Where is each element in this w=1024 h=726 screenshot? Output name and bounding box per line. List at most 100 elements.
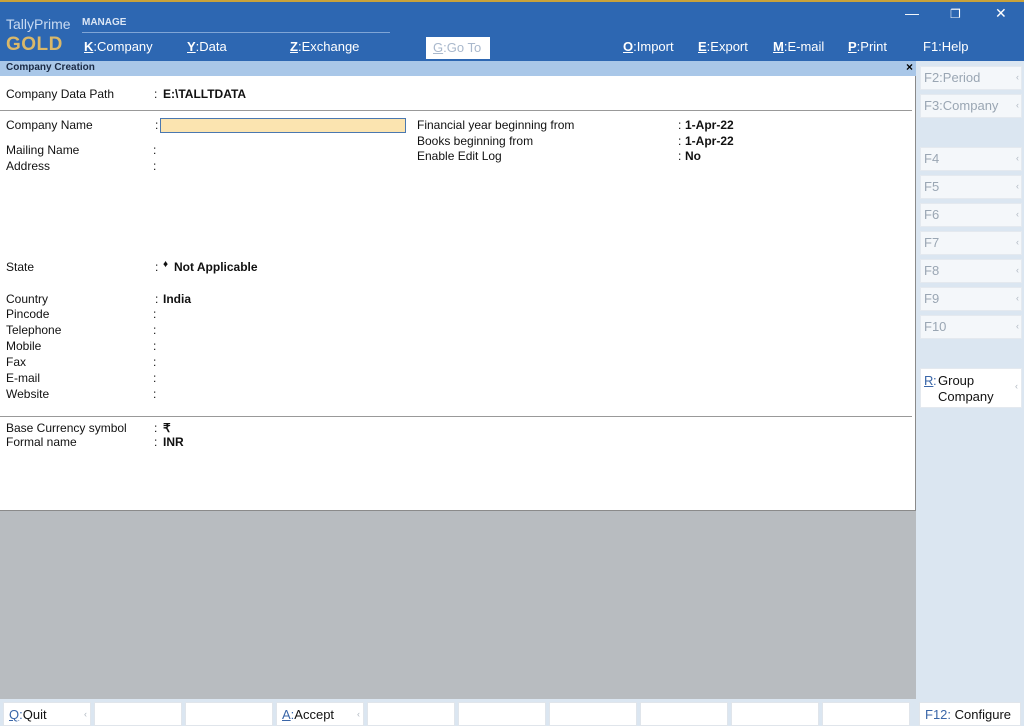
configure-button[interactable]: F12: Configure	[919, 702, 1021, 726]
menu-data[interactable]: Y:Data	[187, 39, 227, 54]
colon: :	[155, 118, 159, 132]
company-creation-panel: Company Creation × Company Data Path : E…	[0, 60, 916, 511]
menu-export[interactable]: E:Export	[698, 39, 748, 54]
f9-button[interactable]: F9 ‹	[920, 287, 1022, 311]
menu-exchange[interactable]: Z:Exchange	[290, 39, 359, 54]
edit-log-label: Enable Edit Log	[417, 149, 502, 163]
restore-icon[interactable]: ❐	[950, 7, 961, 21]
key-separator: :	[933, 373, 937, 388]
formal-name-label: Formal name	[6, 435, 77, 449]
chevron-left-icon: ‹	[1016, 153, 1019, 163]
books-beginning-label: Books beginning from	[417, 134, 534, 148]
colon: :	[154, 87, 158, 101]
section-label: MANAGE	[82, 17, 127, 28]
chevron-left-icon: ‹	[84, 709, 87, 719]
menu-import[interactable]: O:Import	[623, 39, 674, 54]
colon: :	[153, 339, 157, 353]
chevron-left-icon: ‹	[1016, 265, 1019, 275]
top-bar: TallyPrime GOLD MANAGE K:Company Y:Data …	[0, 0, 1024, 61]
company-name-label: Company Name	[6, 118, 93, 132]
colon: :	[153, 355, 157, 369]
books-beginning-value[interactable]: 1-Apr-22	[685, 134, 734, 148]
country-value[interactable]: India	[163, 292, 191, 306]
chevron-left-icon: ‹	[1016, 321, 1019, 331]
empty-bottom-button[interactable]	[640, 702, 728, 726]
edit-log-value[interactable]: No	[685, 149, 701, 163]
colon: :	[678, 134, 682, 148]
colon: :	[155, 292, 159, 306]
f10-button[interactable]: F10 ‹	[920, 315, 1022, 339]
chevron-left-icon: ‹	[1016, 181, 1019, 191]
group-company-label-1: Group	[938, 373, 975, 388]
menu-email[interactable]: M:E-mail	[773, 39, 824, 54]
mailing-name-label: Mailing Name	[6, 143, 80, 157]
empty-bottom-button[interactable]	[731, 702, 819, 726]
colon: :	[678, 118, 682, 132]
colon: :	[154, 421, 158, 435]
website-label: Website	[6, 387, 50, 401]
f8-button[interactable]: F8 ‹	[920, 259, 1022, 283]
currency-symbol-label: Base Currency symbol	[6, 421, 127, 435]
colon: :	[153, 159, 157, 173]
colon: :	[153, 323, 157, 337]
company-name-input[interactable]	[160, 118, 406, 133]
country-label: Country	[6, 292, 49, 306]
empty-bottom-button[interactable]	[549, 702, 637, 726]
close-window-icon[interactable]: ✕	[995, 5, 1007, 22]
fax-label: Fax	[6, 355, 27, 369]
formal-name-value[interactable]: INR	[163, 435, 184, 449]
email-label: E-mail	[6, 371, 41, 385]
f7-button[interactable]: F7 ‹	[920, 231, 1022, 255]
menu-goto-button[interactable]: G:Go To	[426, 37, 490, 59]
colon: :	[678, 149, 682, 163]
empty-bottom-button[interactable]	[185, 702, 273, 726]
chevron-left-icon: ‹	[1016, 293, 1019, 303]
accept-button[interactable]: A:Accept ‹	[276, 702, 364, 726]
group-company-button[interactable]: R : Group Company ‹	[920, 368, 1022, 408]
group-company-key: R	[924, 373, 934, 388]
empty-bottom-button[interactable]	[367, 702, 455, 726]
financial-year-label: Financial year beginning from	[417, 118, 575, 132]
chevron-left-icon: ‹	[1016, 209, 1019, 219]
empty-bottom-button[interactable]	[94, 702, 182, 726]
f4-button[interactable]: F4 ‹	[920, 147, 1022, 171]
menu-print[interactable]: P:Print	[848, 39, 887, 54]
period-button[interactable]: F2:Period ‹	[920, 66, 1022, 90]
f6-button[interactable]: F6 ‹	[920, 203, 1022, 227]
chevron-left-icon: ‹	[1016, 237, 1019, 247]
f5-button[interactable]: F5 ‹	[920, 175, 1022, 199]
data-path-value: E:\TALLTDATA	[163, 87, 247, 101]
chevron-left-icon: ‹	[1016, 100, 1019, 110]
colon: :	[153, 307, 157, 321]
mobile-label: Mobile	[6, 339, 42, 353]
menu-company[interactable]: K:Company	[84, 39, 153, 54]
brand-name: TallyPrime	[6, 16, 71, 32]
close-panel-icon[interactable]: ×	[906, 60, 913, 74]
chevron-left-icon: ‹	[1016, 72, 1019, 82]
address-label: Address	[6, 159, 51, 173]
currency-symbol-value[interactable]: ₹	[163, 421, 171, 435]
group-company-label-2: Company	[938, 389, 994, 404]
state-marker-icon: ♦	[163, 259, 169, 270]
chevron-left-icon: ‹	[1015, 381, 1018, 391]
divider	[0, 110, 912, 111]
quit-button[interactable]: Q:Quit ‹	[3, 702, 91, 726]
empty-bottom-button[interactable]	[458, 702, 546, 726]
company-button[interactable]: F3:Company ‹	[920, 94, 1022, 118]
brand-edition: GOLD	[6, 34, 63, 55]
empty-bottom-button[interactable]	[822, 702, 910, 726]
state-label: State	[6, 260, 35, 274]
chevron-left-icon: ‹	[357, 709, 360, 719]
financial-year-value[interactable]: 1-Apr-22	[685, 118, 734, 132]
colon: :	[153, 371, 157, 385]
data-path-label: Company Data Path	[6, 87, 115, 101]
menu-help[interactable]: F1:Help	[923, 39, 969, 54]
colon: :	[153, 143, 157, 157]
colon: :	[155, 260, 159, 274]
state-value[interactable]: Not Applicable	[174, 260, 258, 274]
panel-title: Company Creation	[0, 61, 916, 76]
divider	[0, 416, 912, 417]
telephone-label: Telephone	[6, 323, 62, 337]
pincode-label: Pincode	[6, 307, 50, 321]
minimize-icon[interactable]: —	[905, 5, 919, 21]
